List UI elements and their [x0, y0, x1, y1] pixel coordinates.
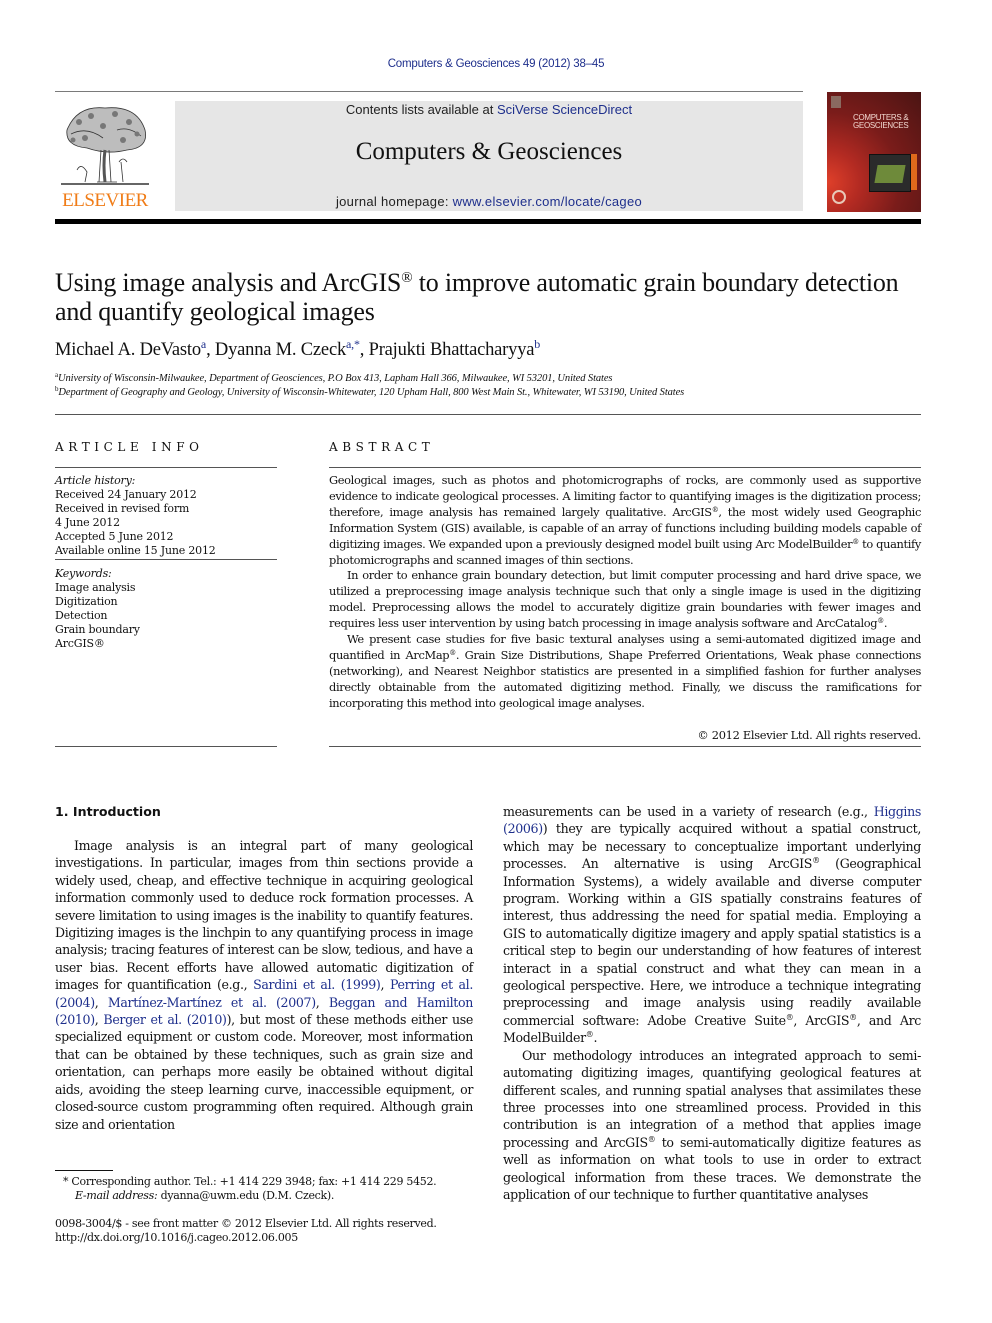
body-text: measurements can be used in a variety of… [503, 804, 874, 819]
article-info-rule [55, 746, 277, 747]
affiliation: aUniversity of Wisconsin-Milwaukee, Depa… [55, 372, 613, 385]
homepage-link[interactable]: www.elsevier.com/locate/cageo [453, 194, 642, 209]
article-info-rule [55, 467, 277, 468]
reference-link[interactable]: Sardini et al. (1999) [253, 977, 381, 992]
body-text: ), but most of these methods either use … [55, 1012, 474, 1132]
reference-link[interactable]: Berger et al. (2010) [103, 1012, 227, 1027]
abstract-rule [329, 467, 921, 468]
abstract-copyright: © 2012 Elsevier Ltd. All rights reserved… [697, 728, 921, 742]
abstract-text: In order to enhance grain boundary detec… [329, 568, 921, 631]
abstract-text: . [883, 616, 888, 631]
author-list: Michael A. DeVastoa, Dyanna M. Czecka,*,… [55, 337, 541, 360]
affiliation-text: Department of Geography and Geology, Uni… [58, 387, 685, 398]
elsevier-logo: ELSEVIER [55, 100, 155, 212]
author-name: Dyanna M. Czeck [214, 340, 347, 360]
keywords-label: Keywords: [55, 567, 112, 581]
registered-mark: ® [849, 1012, 857, 1022]
section-heading-introduction: 1. Introduction [55, 804, 161, 819]
abstract-heading: ABSTRACT [329, 440, 435, 454]
header-thick-rule [55, 219, 921, 224]
body-column-right: measurements can be used in a variety of… [503, 803, 921, 1203]
author-name: Michael A. DeVasto [55, 340, 201, 360]
email-note: E-mail address: dyanna@uwm.edu (D.M. Cze… [75, 1189, 334, 1202]
history-item: 4 June 2012 [55, 516, 120, 529]
registered-mark: ® [812, 856, 820, 866]
article-history-label-text: Article history: [55, 474, 136, 487]
article-info-rule [55, 559, 277, 560]
body-text: Image analysis is an integral part of ma… [55, 838, 473, 993]
author-name: Prajukti Bhattacharyya [368, 340, 535, 360]
registered-mark: ® [852, 537, 859, 546]
doi-link[interactable]: http://dx.doi.org/10.1016/j.cageo.2012.0… [55, 1231, 298, 1244]
header-rule [55, 91, 803, 92]
corresponding-author-note: * Corresponding author. Tel.: +1 414 229… [63, 1175, 437, 1188]
keyword: Digitization [55, 595, 118, 608]
registered-mark: ® [449, 648, 456, 657]
journal-cover-image: COMPUTERS & GEOSCIENCES [827, 92, 921, 212]
body-text: , ArcGIS [793, 1012, 850, 1028]
homepage-prefix: journal homepage: [335, 194, 453, 209]
cover-photo [869, 154, 911, 192]
body-text: (Geographical Information Systems), a wi… [503, 856, 921, 1028]
body-text: . [593, 1030, 598, 1046]
registered-mark: ® [877, 617, 884, 626]
body-paragraph: measurements can be used in a variety of… [503, 803, 921, 1047]
body-paragraph: Our methodology introduces an integrated… [503, 1047, 921, 1204]
keywords-label-text: Keywords: [55, 567, 112, 580]
body-paragraph: Image analysis is an integral part of ma… [55, 838, 474, 1132]
history-item: Available online 15 June 2012 [55, 544, 216, 557]
article-history-label: Article history: [55, 474, 135, 488]
email-label: E-mail address: [75, 1189, 158, 1202]
journal-homepage: journal homepage: www.elsevier.com/locat… [175, 194, 803, 209]
registered-mark: ® [401, 270, 413, 286]
abstract-paragraph: Geological images, such as photos and ph… [329, 473, 921, 568]
elsevier-tree-icon [61, 107, 149, 185]
keyword: Grain boundary [55, 623, 140, 636]
journal-citation[interactable]: Computers & Geosciences 49 (2012) 38–45 [0, 58, 992, 70]
section-divider [55, 414, 921, 415]
article-info-heading: ARTICLE INFO [55, 440, 204, 454]
sciencedirect-link[interactable]: SciVerse ScienceDirect [497, 102, 632, 117]
body-column-left: Image analysis is an integral part of ma… [55, 837, 473, 1133]
affiliation: bDepartment of Geography and Geology, Un… [55, 386, 685, 399]
keyword: Detection [55, 609, 108, 622]
abstract-rule [329, 746, 921, 747]
author-affiliation-link[interactable]: b [534, 337, 540, 351]
journal-title: Computers & Geosciences [355, 138, 623, 165]
contents-prefix: Contents lists available at [345, 102, 497, 117]
history-item: Received 24 January 2012 [55, 488, 197, 501]
cover-accent-bar [911, 154, 917, 190]
keyword: ArcGIS® [55, 637, 105, 650]
abstract-body: Geological images, such as photos and ph… [329, 473, 921, 712]
author-affiliation-link[interactable]: a,* [346, 337, 360, 351]
journal-banner: Contents lists available at SciVerse Sci… [175, 101, 803, 211]
cover-publisher-badge-icon [831, 96, 841, 108]
cover-title-line2: GEOSCIENCES [853, 121, 909, 130]
cover-title: COMPUTERS & GEOSCIENCES [853, 114, 909, 130]
reference-link[interactable]: Martínez-Martínez et al. (2007) [108, 995, 316, 1010]
paper-title: Using image analysis and ArcGIS® to impr… [55, 268, 925, 326]
affiliation-text: University of Wisconsin-Milwaukee, Depar… [58, 373, 613, 384]
history-item: Accepted 5 June 2012 [55, 530, 174, 543]
contents-available: Contents lists available at SciVerse Sci… [175, 102, 803, 117]
publisher-logo-text: ELSEVIER [62, 190, 148, 211]
abstract-paragraph: We present case studies for five basic t… [329, 632, 921, 712]
keyword: Image analysis [55, 581, 136, 594]
author-affiliation-link[interactable]: a [201, 337, 206, 351]
cover-seal-icon [832, 190, 846, 204]
history-item: Received in revised form [55, 502, 190, 515]
email-value[interactable]: dyanna@uwm.edu (D.M. Czeck). [157, 1189, 335, 1202]
abstract-paragraph: In order to enhance grain boundary detec… [329, 568, 921, 632]
issn-note: 0098-3004/$ - see front matter © 2012 El… [55, 1217, 437, 1230]
title-part-1: Using image analysis and ArcGIS [55, 268, 402, 297]
footnote-rule [55, 1170, 113, 1171]
